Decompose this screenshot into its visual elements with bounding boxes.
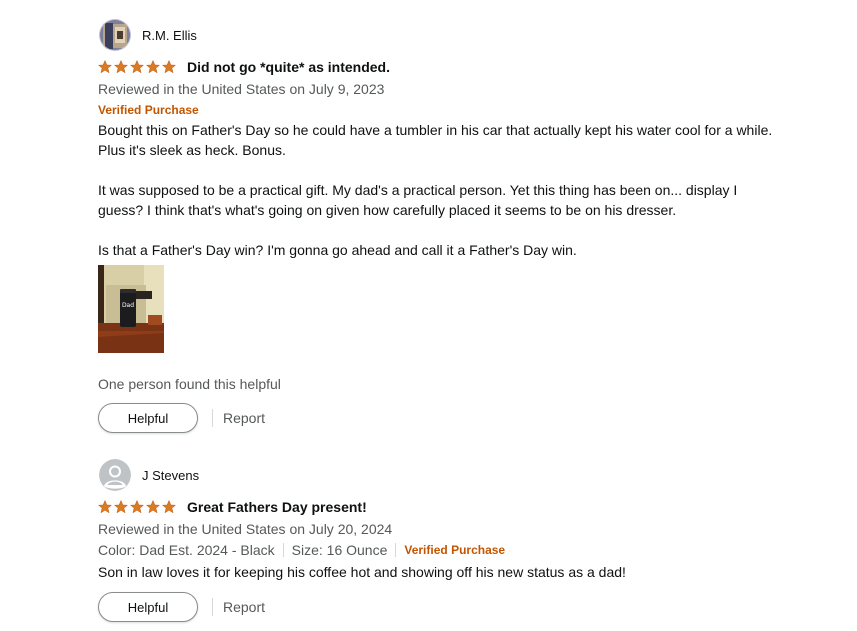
review-date: Reviewed in the United States on July 20…: [98, 521, 393, 537]
helpful-button[interactable]: Helpful: [98, 592, 198, 622]
review-body: Bought this on Father's Day so he could …: [98, 120, 778, 260]
review-paragraph: It was supposed to be a practical gift. …: [98, 182, 738, 218]
review-card: R.M. Ellis Did not go *quite* as intende…: [98, 18, 798, 433]
review-title[interactable]: Great Fathers Day present!: [187, 499, 367, 515]
review-date: Reviewed in the United States on July 9,…: [98, 81, 385, 97]
divider: [212, 598, 213, 616]
review-paragraph: Is that a Father's Day win? I'm gonna go…: [98, 242, 577, 258]
photo-tumbler-label: Dad: [122, 302, 134, 309]
reviewer-profile[interactable]: R.M. Ellis: [98, 18, 798, 52]
review-title[interactable]: Did not go *quite* as intended.: [187, 59, 390, 75]
star-rating[interactable]: [98, 500, 178, 514]
verified-purchase-badge[interactable]: Verified Purchase: [404, 541, 505, 559]
verified-purchase-badge[interactable]: Verified Purchase: [98, 102, 798, 118]
helpful-count: One person found this helpful: [98, 376, 281, 392]
reviewer-profile[interactable]: J Stevens: [98, 458, 798, 492]
report-link[interactable]: Report: [223, 410, 265, 426]
reviewer-avatar[interactable]: [99, 19, 131, 51]
review-photo[interactable]: Dad: [98, 265, 164, 353]
report-link[interactable]: Report: [223, 599, 265, 615]
star-rating[interactable]: [98, 60, 178, 74]
review-card: J Stevens Great Fathers Day present! Rev…: [98, 458, 798, 622]
divider: [282, 543, 284, 557]
reviewer-name[interactable]: J Stevens: [142, 468, 199, 483]
review-paragraph: Bought this on Father's Day so he could …: [98, 122, 773, 158]
default-user-avatar-icon[interactable]: [99, 459, 131, 491]
divider: [212, 409, 213, 427]
helpful-button[interactable]: Helpful: [98, 403, 198, 433]
divider: [395, 543, 397, 557]
review-body: Son in law loves it for keeping his coff…: [98, 564, 626, 580]
variant-color[interactable]: Color: Dad Est. 2024 - Black: [98, 541, 275, 559]
variant-size[interactable]: Size: 16 Ounce: [292, 541, 388, 559]
reviewer-name[interactable]: R.M. Ellis: [142, 28, 197, 43]
